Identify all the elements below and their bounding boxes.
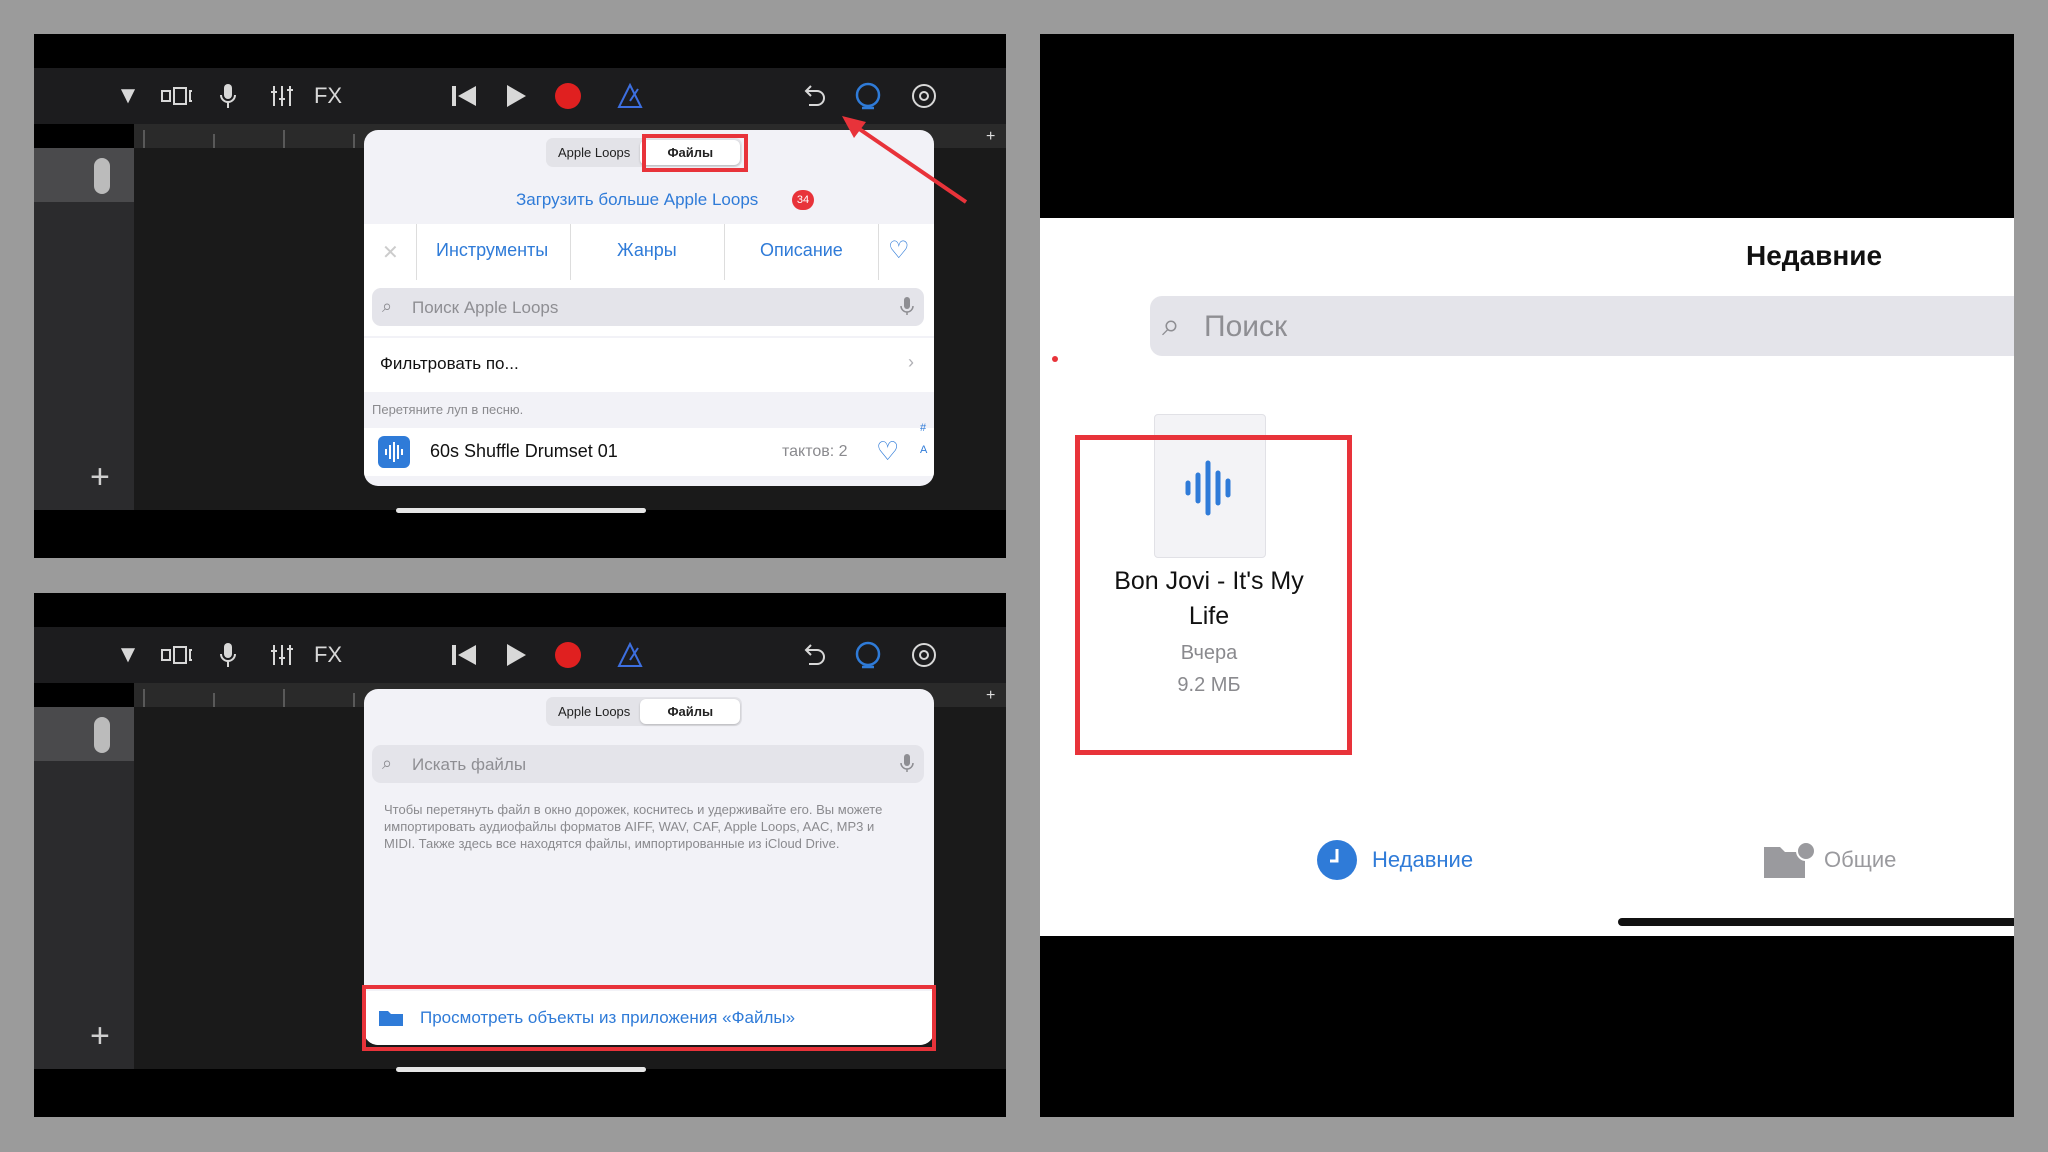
chevron-right-icon: › — [908, 352, 914, 372]
search-field[interactable]: ⌕ Поиск Apple Loops — [372, 288, 924, 326]
mixer-icon[interactable] — [266, 80, 298, 112]
toolbar: ▼ FX — [34, 627, 1006, 683]
rewind-icon[interactable] — [448, 80, 480, 112]
undo-icon[interactable] — [798, 80, 830, 112]
pointer-arrow — [842, 116, 968, 204]
index-letter[interactable]: # — [920, 422, 926, 434]
search-placeholder: Поиск Apple Loops — [412, 298, 559, 317]
record-icon[interactable] — [552, 80, 584, 112]
rewind-icon[interactable] — [448, 639, 480, 671]
waveform-icon — [378, 436, 410, 468]
search-placeholder: Искать файлы — [412, 755, 527, 774]
files-app-panel: Недавние ⌕ Поиск Bon Jovi - It's My Life… — [1040, 34, 2014, 1117]
home-indicator — [396, 1067, 646, 1072]
dictation-icon[interactable] — [900, 753, 914, 778]
metronome-icon[interactable] — [614, 80, 646, 112]
highlight-browse-button — [362, 985, 936, 1051]
tab-shared-label: Общие — [1824, 847, 1897, 872]
filter-description[interactable]: Описание — [760, 240, 843, 261]
svg-text:+: + — [986, 687, 995, 704]
source-segmented-control: Apple Loops Файлы — [546, 697, 743, 726]
files-app-content: Недавние ⌕ Поиск Bon Jovi - It's My Life… — [1040, 218, 2014, 936]
index-letter[interactable]: A — [920, 444, 927, 456]
divider — [724, 224, 725, 280]
favorite-loop-icon[interactable]: ♡ — [876, 436, 899, 467]
loops-icon[interactable] — [852, 639, 884, 671]
tab-recent[interactable]: Недавние — [1316, 838, 1473, 882]
filter-by-row[interactable]: Фильтровать по... › — [364, 338, 934, 392]
track-list — [34, 202, 134, 510]
search-field[interactable]: ⌕ Поиск — [1150, 296, 2014, 356]
red-dot — [1052, 356, 1058, 362]
divider — [570, 224, 571, 280]
search-icon: ⌕ — [1162, 306, 1180, 342]
mic-track-icon — [94, 158, 110, 194]
clock-icon — [1317, 840, 1357, 880]
record-icon[interactable] — [552, 639, 584, 671]
tab-files[interactable]: Файлы — [640, 699, 741, 724]
drag-hint: Перетяните луп в песню. — [372, 402, 524, 417]
loop-bars: тактов: 2 — [782, 443, 848, 460]
loop-list-item[interactable]: 60s Shuffle Drumset 01 тактов: 2 ♡ # A — [364, 422, 934, 476]
fx-icon[interactable]: FX — [306, 80, 350, 112]
search-placeholder: Поиск — [1204, 310, 1288, 343]
download-more-link[interactable]: Загрузить больше Apple Loops — [516, 190, 758, 210]
chevron-down-icon[interactable]: ▼ — [112, 639, 144, 671]
filter-by-label: Фильтровать по... — [380, 354, 519, 373]
search-row: ⌕ Поиск Apple Loops — [364, 280, 934, 336]
search-icon: ⌕ — [382, 753, 393, 773]
play-icon[interactable] — [500, 639, 532, 671]
track-list — [34, 761, 134, 1069]
chevron-down-icon[interactable]: ▼ — [112, 80, 144, 112]
shared-folder-icon — [1764, 841, 1814, 878]
search-field[interactable]: ⌕ Искать файлы — [372, 745, 924, 783]
garageband-panel-bottom: ▼ FX + + Apple Loops Файлы ⌕ Искать файл… — [34, 593, 1006, 1117]
add-track-button[interactable]: + — [90, 1017, 110, 1056]
mic-icon[interactable] — [212, 639, 244, 671]
favorites-icon[interactable]: ♡ — [888, 236, 910, 265]
home-indicator — [396, 508, 646, 513]
view-icon[interactable] — [160, 639, 192, 671]
garageband-panel-top: ▼ FX + + Apple Loops Файлы Загрузить бол… — [34, 34, 1006, 558]
track-header[interactable] — [34, 148, 134, 202]
track-header[interactable] — [34, 707, 134, 761]
filter-tabs: ✕ Инструменты Жанры Описание ♡ — [364, 224, 934, 280]
search-icon: ⌕ — [382, 296, 393, 316]
download-badge: 34 — [792, 190, 814, 210]
tab-recent-label: Недавние — [1372, 847, 1474, 872]
page-title: Недавние — [1746, 240, 1883, 271]
loop-name: 60s Shuffle Drumset 01 — [430, 441, 618, 461]
mic-icon[interactable] — [212, 80, 244, 112]
undo-icon[interactable] — [798, 639, 830, 671]
tab-apple-loops[interactable]: Apple Loops — [548, 140, 640, 165]
tab-shared[interactable]: Общие — [1762, 838, 1896, 882]
settings-icon[interactable] — [908, 639, 940, 671]
add-track-button[interactable]: + — [90, 458, 110, 497]
divider — [878, 224, 879, 280]
fx-icon[interactable]: FX — [306, 639, 350, 671]
filter-genres[interactable]: Жанры — [617, 240, 677, 261]
play-icon[interactable] — [500, 80, 532, 112]
clear-filter-icon[interactable]: ✕ — [382, 240, 399, 265]
highlight-files-tab — [642, 134, 748, 172]
dictation-icon[interactable] — [900, 296, 914, 321]
home-indicator — [1618, 918, 2014, 926]
import-description: Чтобы перетянуть файл в окно дорожек, ко… — [384, 802, 883, 851]
view-icon[interactable] — [160, 80, 192, 112]
mic-track-icon — [94, 717, 110, 753]
highlight-file — [1075, 435, 1352, 755]
svg-text:+: + — [986, 128, 995, 145]
metronome-icon[interactable] — [614, 639, 646, 671]
tab-apple-loops[interactable]: Apple Loops — [548, 699, 640, 724]
mixer-icon[interactable] — [266, 639, 298, 671]
filter-instruments[interactable]: Инструменты — [436, 240, 548, 261]
divider — [416, 224, 417, 280]
